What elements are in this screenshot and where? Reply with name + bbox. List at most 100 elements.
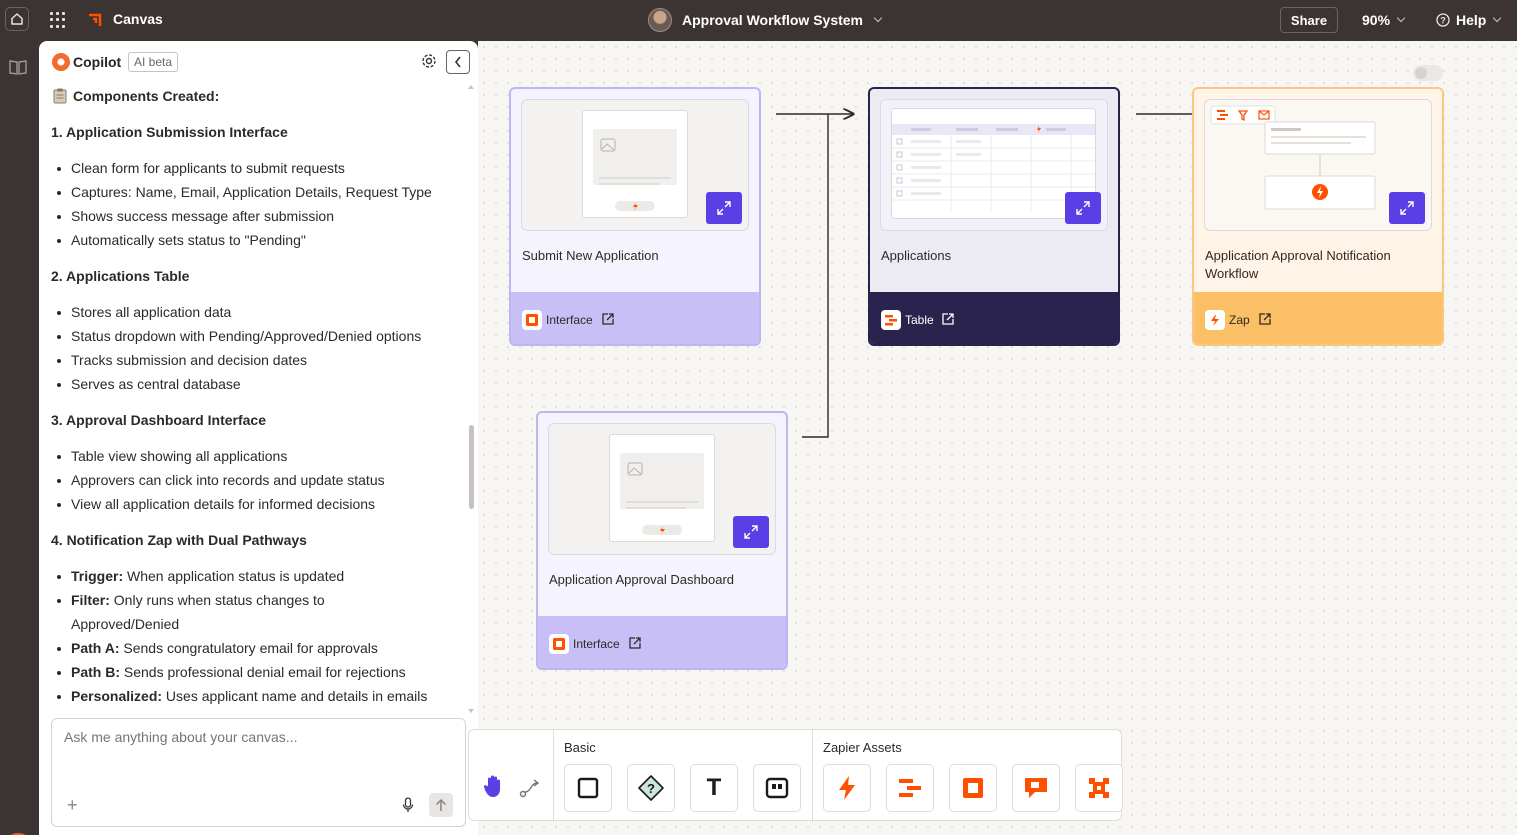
decision-tool[interactable]: ? — [627, 764, 675, 812]
list-item: Table view showing all applications — [56, 448, 288, 464]
card-thumbnail — [521, 99, 749, 231]
agent-icon — [1089, 778, 1109, 798]
interface-tool[interactable] — [949, 764, 997, 812]
zoom-dropdown[interactable]: 90% — [1362, 12, 1406, 28]
list-item: Path A: Sends congratulatory email for a… — [57, 640, 378, 656]
expand-button[interactable] — [706, 192, 742, 224]
list-item: Filter: Only runs when status changes to — [57, 592, 325, 608]
help-icon: ? — [1436, 13, 1450, 27]
list-item: Captures: Name, Email, Application Detai… — [57, 184, 432, 200]
interface-icon — [549, 634, 569, 654]
embed-tool[interactable] — [753, 764, 801, 812]
book-icon[interactable] — [8, 58, 28, 76]
chat-composer: + — [51, 718, 466, 827]
card-type-label: Interface — [546, 313, 593, 327]
chevron-left-icon — [454, 56, 461, 68]
interface-preview — [582, 110, 688, 218]
card-type-label: Zap — [1229, 313, 1250, 327]
chevron-down-icon — [1396, 13, 1406, 23]
connector-line — [802, 114, 829, 438]
card-approval-notification-workflow[interactable]: Application Approval Notification Workfl… — [1192, 87, 1444, 346]
canvas-logo-icon — [89, 13, 102, 26]
list-item: Clean form for applicants to submit requ… — [57, 160, 345, 176]
microphone-icon[interactable] — [402, 797, 414, 813]
hand-tool-icon[interactable] — [483, 774, 503, 798]
section-1-heading: 1. Application Submission Interface — [51, 124, 288, 140]
rectangle-tool[interactable] — [564, 764, 612, 812]
share-button[interactable]: Share — [1280, 7, 1338, 33]
clipboard-emoji-icon — [53, 88, 67, 104]
expand-button[interactable] — [1389, 192, 1425, 224]
text-tool[interactable]: T — [690, 764, 738, 812]
expand-button[interactable] — [1065, 192, 1101, 224]
interface-icon — [963, 778, 983, 798]
scrollbar-thumb[interactable] — [469, 425, 474, 509]
collapse-panel-button[interactable] — [446, 50, 470, 74]
left-rail — [0, 41, 39, 835]
zoom-level: 90% — [1362, 12, 1391, 28]
ai-beta-badge: AI beta — [128, 52, 179, 72]
interface-preview — [609, 434, 715, 542]
connector-tool-icon[interactable] — [519, 778, 541, 798]
chatbot-icon — [1025, 778, 1047, 798]
help-dropdown[interactable]: ? Help — [1436, 12, 1502, 28]
apps-grid-icon[interactable] — [50, 12, 66, 28]
copilot-icon — [52, 53, 70, 71]
card-type-label: Interface — [573, 637, 620, 651]
chat-input[interactable] — [64, 729, 454, 745]
chevron-down-icon — [873, 13, 883, 23]
svg-text:?: ? — [1440, 16, 1446, 26]
list-item: Status dropdown with Pending/Approved/De… — [56, 328, 422, 344]
expand-icon — [717, 201, 731, 215]
section-2-heading: 2. Applications Table — [51, 268, 190, 284]
interface-icon — [522, 310, 542, 330]
toolbar-divider — [812, 730, 813, 822]
card-approval-dashboard[interactable]: Application Approval Dashboard Interface — [536, 411, 788, 670]
item-label: Path B: — [71, 664, 120, 680]
list-item: Stores all application data — [56, 304, 232, 320]
external-link-icon[interactable] — [941, 312, 955, 326]
zapier-assets-section-label: Zapier Assets — [823, 740, 902, 755]
avatar — [648, 8, 672, 32]
list-item-continuation: Approved/Denied — [71, 616, 180, 632]
external-link-icon[interactable] — [1258, 312, 1272, 326]
chatbot-tool[interactable] — [1012, 764, 1060, 812]
image-placeholder-icon — [593, 129, 677, 211]
card-footer: Interface — [511, 292, 759, 344]
agent-tool[interactable] — [1075, 764, 1123, 812]
item-label: Filter: — [71, 592, 110, 608]
card-thumbnail — [1204, 99, 1432, 231]
expand-icon — [1076, 201, 1090, 215]
list-item: Approvers can click into records and upd… — [57, 472, 385, 488]
item-label: Trigger: — [71, 568, 124, 584]
card-applications[interactable]: Applications Table — [868, 87, 1120, 346]
scroll-up-arrow[interactable] — [468, 85, 474, 89]
send-button[interactable] — [429, 793, 453, 817]
canvas-area[interactable]: Submit New Application Interface Applica… — [468, 41, 1517, 835]
card-title: Application Approval Notification Workfl… — [1205, 248, 1391, 281]
card-submit-new-application[interactable]: Submit New Application Interface — [509, 87, 761, 346]
list-item: View all application details for informe… — [56, 496, 376, 512]
table-tool[interactable] — [886, 764, 934, 812]
canvas-title: Approval Workflow System — [682, 12, 864, 28]
list-item: Automatically sets status to "Pending" — [57, 232, 306, 248]
table-icon — [899, 779, 921, 797]
external-link-icon[interactable] — [601, 312, 615, 326]
gear-icon[interactable] — [420, 52, 438, 70]
scroll-down-arrow[interactable] — [468, 709, 474, 713]
canvas-title-dropdown[interactable]: Approval Workflow System — [648, 8, 883, 32]
section-4-heading: 4. Notification Zap with Dual Pathways — [51, 532, 307, 548]
card-thumbnail — [548, 423, 776, 555]
table-icon — [881, 310, 901, 330]
home-button[interactable] — [5, 7, 29, 31]
copilot-message-scroll[interactable]: Components Created: 1. Application Submi… — [39, 83, 478, 713]
zap-tool[interactable] — [823, 764, 871, 812]
expand-button[interactable] — [733, 516, 769, 548]
basic-section-label: Basic — [564, 740, 596, 755]
add-attachment-icon[interactable]: + — [67, 795, 78, 816]
item-label: Personalized: — [71, 688, 163, 704]
help-label: Help — [1456, 12, 1487, 28]
svg-text:?: ? — [647, 781, 655, 796]
external-link-icon[interactable] — [628, 636, 642, 650]
text-icon: T — [706, 774, 722, 801]
